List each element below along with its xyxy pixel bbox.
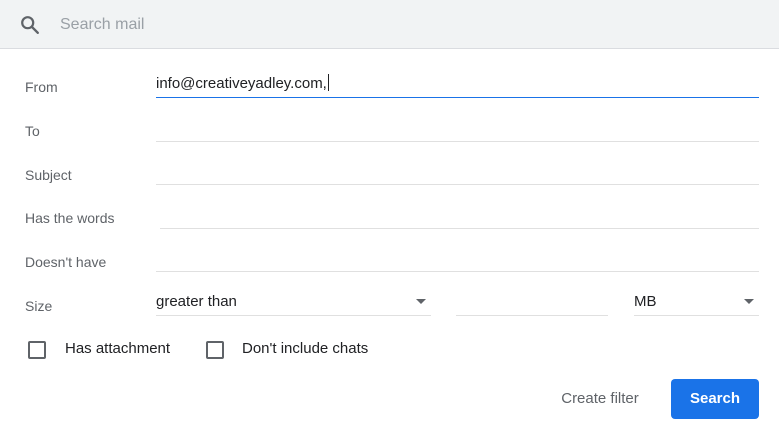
has-attachment-checkbox[interactable] (28, 341, 46, 359)
size-unit-select[interactable]: MB (634, 292, 759, 316)
has-words-field[interactable] (160, 205, 759, 229)
search-input[interactable] (60, 13, 740, 37)
has-attachment-label[interactable]: Has attachment (65, 339, 170, 359)
size-unit-value: MB (634, 293, 657, 310)
dropdown-arrow-icon (744, 299, 754, 304)
to-field[interactable] (156, 118, 759, 142)
from-label: From (25, 79, 58, 95)
from-value: info@creativeyadley.com, (156, 75, 327, 92)
create-filter-button[interactable]: Create filter (545, 379, 655, 419)
dont-include-chats-label[interactable]: Don't include chats (242, 339, 368, 359)
size-value-field[interactable] (456, 292, 608, 316)
size-label: Size (25, 298, 53, 314)
dropdown-arrow-icon (416, 299, 426, 304)
has-words-label: Has the words (25, 210, 115, 226)
dont-include-chats-checkbox[interactable] (206, 341, 224, 359)
doesnt-have-field[interactable] (156, 248, 759, 272)
search-button[interactable]: Search (671, 379, 759, 419)
advanced-search-panel: From info@creativeyadley.com, To Subject… (0, 0, 779, 441)
text-cursor (327, 74, 329, 91)
search-bar (0, 0, 779, 49)
from-field[interactable]: info@creativeyadley.com, (156, 74, 759, 98)
size-operator-select[interactable]: greater than (156, 292, 431, 316)
subject-label: Subject (25, 167, 72, 183)
to-label: To (25, 123, 40, 139)
subject-field[interactable] (156, 161, 759, 185)
doesnt-have-label: Doesn't have (25, 254, 107, 270)
size-operator-value: greater than (156, 293, 237, 310)
search-icon[interactable] (19, 14, 41, 36)
